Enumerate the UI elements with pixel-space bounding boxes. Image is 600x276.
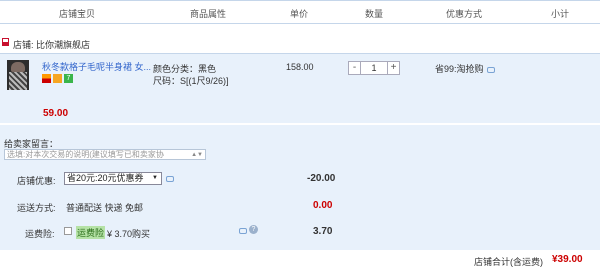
- item-subtotal: 59.00: [43, 108, 69, 119]
- coupon-select[interactable]: 省20元:20元优惠券 ▼: [64, 172, 162, 185]
- product-title[interactable]: 秋冬款格子毛呢半身裙 女...: [42, 60, 151, 73]
- shipping-label: 运送方式:: [17, 203, 56, 213]
- discount-amount: -20.00: [307, 173, 336, 184]
- product-badges: 7: [42, 74, 75, 83]
- col-quantity: 数量: [365, 9, 384, 19]
- chat-icon[interactable]: [239, 228, 247, 234]
- seven-day-return-badge: 7: [64, 74, 73, 83]
- quantity-stepper: - 1 +: [348, 61, 400, 75]
- chat-icon[interactable]: [166, 176, 174, 182]
- gift-badge-icon: [53, 74, 62, 83]
- insurance-tag: 运费险: [76, 226, 106, 239]
- col-unit-price: 单价: [290, 9, 309, 19]
- cart-item-row: 秋冬款格子毛呢半身裙 女... 7 颜色分类：黑色 尺码：S[(1尺9/26)]…: [0, 53, 600, 123]
- qty-decrease-button[interactable]: -: [348, 61, 361, 75]
- expand-icon[interactable]: ▲▼: [191, 151, 203, 159]
- promo-info: 省99:淘抢购: [435, 62, 495, 75]
- chat-icon[interactable]: [486, 66, 495, 73]
- shop-name[interactable]: 店铺: 比你潮旗舰店: [13, 38, 90, 51]
- order-options: 给卖家留言： 选填:对本次交易的说明(建议填写已和卖家协 ▲▼ 店铺优惠: 省20…: [0, 125, 600, 250]
- attr-size: 尺码：S[(1尺9/26)]: [153, 76, 229, 86]
- col-item: 店铺宝贝: [59, 9, 96, 19]
- col-subtotal: 小计: [551, 9, 570, 19]
- shop-total-label: 店铺合计(含运费): [474, 257, 543, 267]
- credit-card-badge-icon: [42, 74, 51, 83]
- shop-discount-label: 店铺优惠:: [17, 176, 56, 186]
- shop-row: 店铺: 比你潮旗舰店: [0, 34, 600, 52]
- insurance-checkbox[interactable]: [64, 227, 72, 235]
- product-thumbnail[interactable]: [7, 60, 29, 90]
- qty-input[interactable]: 1: [361, 61, 387, 75]
- col-discount: 优惠方式: [446, 9, 483, 19]
- coupon-selected: 省20元:20元优惠券: [67, 173, 144, 183]
- shop-total-amount: ¥39.00: [552, 254, 583, 265]
- unit-price: 158.00: [286, 62, 314, 72]
- insurance-price: ¥ 3.70购买: [107, 229, 151, 239]
- shop-total-row: 店铺合计(含运费) ¥39.00: [0, 250, 600, 276]
- insurance-amount: 3.70: [313, 226, 333, 237]
- insurance-label: 运费险:: [25, 229, 55, 239]
- help-icon[interactable]: ?: [249, 225, 258, 234]
- table-header: 店铺宝贝 商品属性 单价 数量 优惠方式 小计: [0, 0, 600, 24]
- chevron-down-icon: ▼: [152, 175, 158, 181]
- shipping-amount: 0.00: [313, 200, 333, 211]
- col-attributes: 商品属性: [190, 9, 227, 19]
- memo-placeholder: 选填:对本次交易的说明(建议填写已和卖家协: [7, 150, 164, 159]
- shipping-method: 普通配送 快递 免邮: [66, 203, 144, 213]
- memo-input[interactable]: 选填:对本次交易的说明(建议填写已和卖家协 ▲▼: [4, 149, 206, 160]
- promo-text: 省99:淘抢购: [435, 64, 484, 74]
- qty-increase-button[interactable]: +: [387, 61, 400, 75]
- shop-icon: [2, 38, 9, 46]
